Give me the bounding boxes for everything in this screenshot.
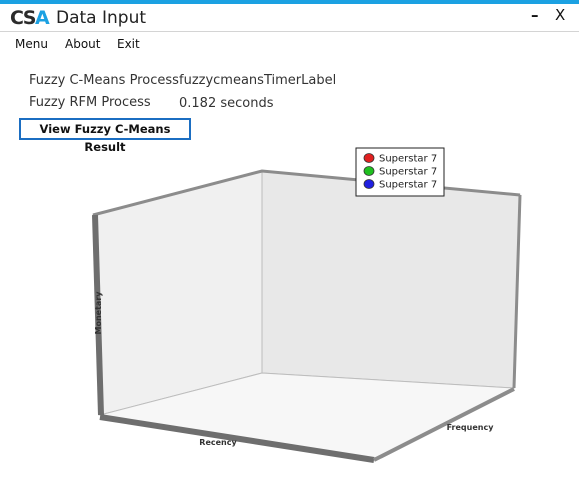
legend-label-1: Superstar 7 (379, 167, 437, 178)
legend-label-0: Superstar 7 (379, 154, 437, 165)
logo-text-cs: CS (10, 7, 36, 29)
close-button[interactable]: X (555, 6, 565, 24)
legend-label-2: Superstar 7 (379, 180, 437, 191)
view-result-button[interactable]: View Fuzzy C-Means Result (19, 118, 191, 154)
fcm-process-value: fuzzycmeansTimerLabel (179, 73, 337, 88)
minimize-button[interactable]: – (531, 6, 539, 24)
legend-marker-2 (363, 179, 375, 189)
app-logo: CSA (10, 7, 50, 29)
fcm-process-label: Fuzzy C-Means Process (29, 73, 179, 88)
y-axis-label: Monetary (94, 291, 103, 335)
legend-marker-1 (363, 166, 375, 176)
menu-bar: Menu About Exit (0, 31, 579, 56)
logo-text-a: A (34, 7, 50, 29)
3d-scatter-chart: Recency Frequency Monetary Superstar 7Su… (92, 147, 522, 463)
chart-legend: Superstar 7 Superstar 7 Superstar 7 (355, 147, 445, 197)
window-title: Data Input (56, 8, 147, 28)
x-axis-label: Recency (199, 438, 237, 447)
legend-marker-0 (363, 153, 375, 163)
chart-back-wall (261, 170, 521, 389)
rfm-process-label: Fuzzy RFM Process (29, 95, 151, 110)
rfm-process-value: 0.182 seconds (179, 96, 274, 111)
menu-item-menu[interactable]: Menu (15, 37, 48, 51)
title-bar: CSA Data Input – X (0, 4, 579, 31)
z-axis-label: Frequency (447, 423, 495, 432)
menu-item-exit[interactable]: Exit (117, 37, 140, 51)
menu-item-about[interactable]: About (65, 37, 100, 51)
